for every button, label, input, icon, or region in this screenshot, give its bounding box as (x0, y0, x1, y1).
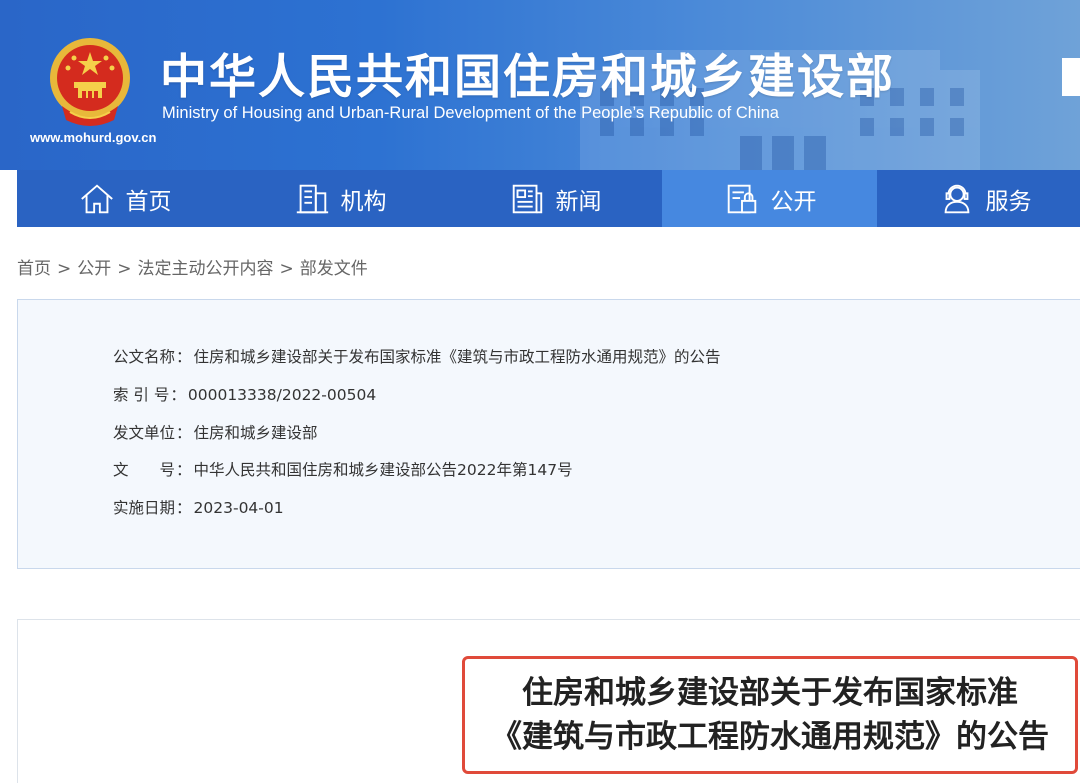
breadcrumb-public[interactable]: 公开 (77, 259, 111, 279)
metadata-row-effective-date: 实施日期： 2023-04-01 (113, 496, 284, 518)
metadata-colon: ： (176, 461, 192, 479)
document-title-line-1: 住房和城乡建设部关于发布国家标准 (522, 675, 1018, 711)
site-subtitle: Ministry of Housing and Urban-Rural Deve… (162, 104, 779, 122)
national-emblem-icon (50, 38, 130, 126)
metadata-label: 发文单位 (113, 424, 176, 442)
metadata-label: 公文名称 (113, 348, 176, 366)
metadata-colon: ： (176, 348, 192, 366)
breadcrumb-separator: > (117, 259, 132, 279)
site-header-banner: 中华人民共和国住房和城乡建设部 Ministry of Housing and … (0, 0, 1080, 170)
document-title-highlight: 住房和城乡建设部关于发布国家标准 《建筑与市政工程防水通用规范》的公告 (462, 656, 1078, 774)
user-service-icon (944, 184, 969, 213)
metadata-label: 文 号 (113, 461, 176, 479)
nav-item-news[interactable]: 新闻 (447, 170, 662, 227)
metadata-row-document-number: 文 号： 中华人民共和国住房和城乡建设部公告2022年第147号 (113, 458, 573, 480)
header-side-tab[interactable] (1062, 58, 1080, 96)
metadata-value: 2023-04-01 (193, 499, 284, 517)
main-nav: 首页 机构 新闻 公开 服务 (17, 170, 1080, 227)
document-lock-icon (727, 184, 756, 213)
metadata-value: 000013338/2022-00504 (187, 386, 377, 404)
nav-item-label: 公开 (770, 188, 817, 215)
nav-item-service[interactable]: 服务 (877, 170, 1080, 227)
site-url[interactable]: www.mohurd.gov.cn (30, 130, 156, 145)
metadata-label: 实施日期 (113, 499, 176, 517)
breadcrumb-home[interactable]: 首页 (17, 259, 51, 279)
document-metadata-box: 公文名称： 住房和城乡建设部关于发布国家标准《建筑与市政工程防水通用规范》的公告 … (17, 299, 1080, 569)
building-icon (296, 184, 328, 213)
breadcrumb-statutory-content[interactable]: 法定主动公开内容 (138, 259, 274, 279)
metadata-value: 住房和城乡建设部关于发布国家标准《建筑与市政工程防水通用规范》的公告 (193, 348, 721, 366)
metadata-row-document-name: 公文名称： 住房和城乡建设部关于发布国家标准《建筑与市政工程防水通用规范》的公告 (113, 345, 721, 367)
metadata-colon: ： (176, 499, 192, 517)
nav-item-public[interactable]: 公开 (662, 170, 877, 227)
document-title-line-2: 《建筑与市政工程防水通用规范》的公告 (491, 719, 1049, 755)
site-title: 中华人民共和国住房和城乡建设部 (160, 50, 895, 105)
metadata-colon: ： (176, 424, 192, 442)
nav-item-label: 新闻 (555, 188, 602, 215)
breadcrumb-ministry-documents[interactable]: 部发文件 (300, 259, 368, 279)
nav-item-organization[interactable]: 机构 (232, 170, 447, 227)
nav-item-label: 机构 (340, 188, 387, 215)
breadcrumb-separator: > (57, 259, 72, 279)
metadata-row-issuing-unit: 发文单位： 住房和城乡建设部 (113, 421, 318, 443)
breadcrumb: 首页 > 公开 > 法定主动公开内容 > 部发文件 (17, 254, 368, 279)
newspaper-icon (512, 184, 542, 213)
nav-item-label: 服务 (985, 188, 1032, 215)
metadata-label: 索 引 号 (113, 386, 170, 404)
metadata-value: 住房和城乡建设部 (193, 424, 318, 442)
home-icon (80, 183, 113, 213)
nav-item-label: 首页 (125, 188, 172, 215)
metadata-value: 中华人民共和国住房和城乡建设部公告2022年第147号 (193, 461, 573, 479)
metadata-row-index-number: 索 引 号： 000013338/2022-00504 (113, 383, 376, 405)
nav-item-home[interactable]: 首页 (17, 170, 232, 227)
metadata-colon: ： (170, 386, 186, 404)
breadcrumb-separator: > (279, 259, 294, 279)
